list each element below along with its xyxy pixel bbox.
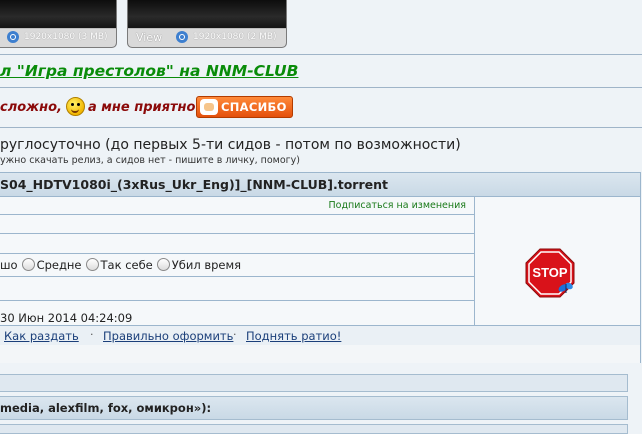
table-footer-row: [0, 345, 640, 363]
raise-ratio-link[interactable]: Поднять ратио!: [246, 329, 341, 343]
screenshot-thumbnail-2[interactable]: View 1920x1080 (2 MB): [127, 0, 287, 48]
thumbnail-image: [0, 0, 116, 28]
subscribe-row: Подписаться на изменения: [0, 197, 474, 215]
stop-sign-icon[interactable]: STOP: [525, 248, 575, 298]
zoom-icon[interactable]: [176, 31, 188, 43]
info-row: [0, 215, 474, 234]
stop-label: STOP: [532, 265, 567, 280]
divider: [0, 127, 642, 128]
separator: ·: [233, 328, 237, 341]
section-title: media, alexfilm, fox, омикрон»):: [0, 401, 212, 415]
post-separator-bar: [0, 374, 628, 392]
info-row: [0, 234, 474, 254]
rating-options: шо Средне Так себе Убил время: [0, 258, 241, 272]
registered-date: 30 Июн 2014 04:24:09: [0, 311, 133, 325]
thanks-text: сложно,: [0, 100, 62, 115]
thanks-button[interactable]: СПАСИБО: [196, 96, 293, 118]
help-links: Как раздать · Правильно оформить · Подня…: [0, 325, 640, 347]
torrent-header: S04_HDTV1080i_(3xRus_Ukr_Eng)]_[NNM-CLUB…: [0, 173, 640, 197]
rating-option-label: шо: [0, 258, 18, 272]
view-link[interactable]: View: [136, 31, 162, 44]
thumbnail-bar: View 1920x1080 (2 MB): [128, 28, 286, 47]
subscribe-link[interactable]: Подписаться на изменения: [329, 200, 467, 211]
seeding-info: руглосуточно (до первых 5-ти сидов - пот…: [0, 137, 461, 153]
thumbnail-resolution: 1920x1080 (2 MB): [193, 32, 277, 42]
smiley-icon: [66, 97, 85, 116]
section-header: media, alexfilm, fox, омикрон»):: [0, 396, 628, 420]
info-row: [0, 277, 474, 301]
seeding-note: ужно скачать релиз, а сидов нет - пишите…: [0, 155, 300, 166]
separator: ·: [90, 328, 94, 341]
date-row: 30 Июн 2014 04:24:09: [0, 301, 474, 325]
divider: [0, 54, 642, 55]
how-to-seed-link[interactable]: Как раздать: [4, 329, 79, 343]
thanks-button-label: СПАСИБО: [221, 100, 287, 114]
rating-radio[interactable]: [156, 258, 170, 271]
rating-option-label: Средне: [36, 258, 82, 272]
rating-radio[interactable]: [21, 258, 35, 271]
torrent-info-column: Подписаться на изменения шо Средне Так себ…: [0, 197, 475, 325]
how-to-format-link[interactable]: Правильно оформить: [103, 329, 233, 343]
series-link[interactable]: л "Игра престолов" на NNM-CLUB: [0, 62, 298, 80]
thumbnail-resolution: 1920x1080 (3 MB): [24, 32, 108, 42]
thumbs-up-icon: [200, 99, 218, 115]
thumbnail-image: [128, 0, 286, 28]
screenshot-thumbnail-1[interactable]: 1920x1080 (3 MB): [0, 0, 117, 48]
rating-row: шо Средне Так себе Убил время: [0, 254, 474, 277]
thanks-text-2: а мне приятно: [88, 100, 196, 115]
divider: [0, 87, 642, 88]
zoom-icon[interactable]: [7, 31, 19, 43]
rating-radio[interactable]: [85, 258, 99, 271]
thumbnail-bar: 1920x1080 (3 MB): [0, 28, 116, 47]
section-bar: [0, 424, 628, 434]
rating-option-label: Убил время: [171, 258, 242, 272]
torrent-filename[interactable]: S04_HDTV1080i_(3xRus_Ukr_Eng)]_[NNM-CLUB…: [0, 177, 388, 192]
rating-option-label: Так себе: [100, 258, 153, 272]
